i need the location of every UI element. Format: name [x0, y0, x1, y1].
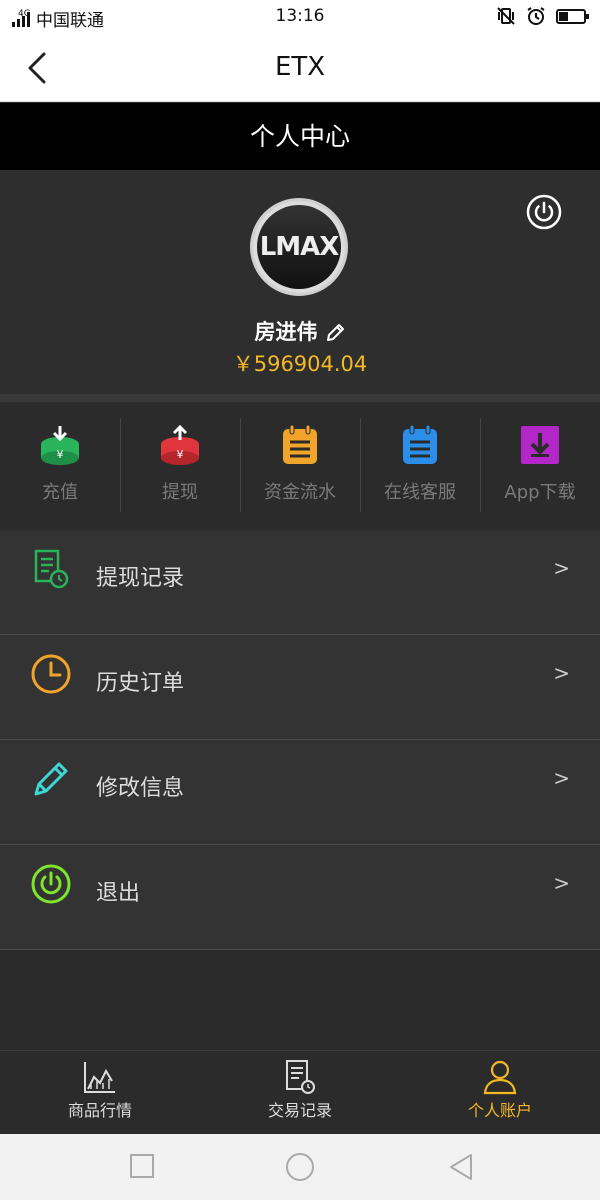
pencil-icon: [34, 762, 68, 796]
tab-personal-account[interactable]: 个人账户: [400, 1051, 600, 1134]
quick-actions: ¥ 充值 ¥ 提现 资金流水 在线客服 App下载: [0, 402, 600, 530]
profile-card: LMAX 房进伟 ￥596904.04: [0, 170, 600, 394]
quick-action-recharge[interactable]: ¥ 充值: [0, 402, 120, 530]
quick-action-label: 提现: [162, 482, 198, 503]
customer-service-icon: [403, 424, 437, 464]
system-navigation-bar: [0, 1134, 600, 1200]
quick-action-label: App下载: [504, 482, 576, 503]
chevron-right-icon: >: [553, 556, 570, 580]
menu-list: 提现记录 > 历史订单 > 修改信息 > 退出 >: [0, 530, 600, 950]
quick-action-label: 充值: [42, 482, 78, 503]
chevron-right-icon: >: [553, 766, 570, 790]
app-header: ETX: [0, 34, 600, 102]
battery-icon: [556, 8, 589, 24]
status-right: [496, 6, 589, 26]
recharge-icon: ¥: [41, 426, 79, 465]
bottom-tab-bar: 商品行情 交易记录 个人账户: [0, 1050, 600, 1134]
quick-action-withdraw[interactable]: ¥ 提现: [120, 402, 240, 530]
divider: [0, 394, 600, 402]
power-icon: [31, 864, 71, 904]
alarm-icon: [527, 7, 545, 25]
download-icon: [521, 426, 559, 464]
menu-item-edit-info[interactable]: 修改信息 >: [0, 740, 600, 845]
logout-power-icon[interactable]: [526, 194, 562, 230]
clock-icon: [31, 654, 71, 694]
withdraw-icon: ¥: [161, 424, 199, 465]
tab-trade-records[interactable]: 交易记录: [200, 1051, 400, 1134]
quick-action-app-download[interactable]: App下载: [480, 402, 600, 530]
app-title: ETX: [274, 52, 326, 82]
status-bar: 4G 中国联通 13:16: [0, 0, 600, 34]
chart-icon: [84, 1062, 115, 1093]
section-title: 个人中心: [0, 103, 600, 170]
avatar-logo: LMAX: [257, 205, 341, 289]
tab-label: 商品行情: [67, 1101, 132, 1120]
menu-item-logout[interactable]: 退出 >: [0, 845, 600, 950]
back-triangle-icon[interactable]: [446, 1152, 476, 1182]
funds-flow-icon: [283, 424, 317, 464]
tab-label: 个人账户: [467, 1101, 532, 1120]
menu-label: 历史订单: [96, 671, 185, 696]
menu-label: 退出: [96, 881, 141, 906]
home-circle-icon[interactable]: [284, 1152, 316, 1184]
vibrate-icon: [497, 7, 515, 25]
avatar[interactable]: LMAX: [250, 198, 348, 296]
menu-item-order-history[interactable]: 历史订单 >: [0, 635, 600, 740]
svg-text:¥: ¥: [177, 448, 184, 461]
quick-action-funds-flow[interactable]: 资金流水: [240, 402, 360, 530]
chevron-right-icon: >: [553, 661, 570, 685]
chevron-right-icon: >: [553, 871, 570, 895]
user-icon: [483, 1060, 517, 1095]
edit-pencil-icon[interactable]: [324, 322, 346, 344]
tab-label: 交易记录: [267, 1101, 332, 1120]
recents-square-icon[interactable]: [128, 1152, 156, 1180]
svg-text:¥: ¥: [57, 448, 64, 461]
withdraw-record-icon: [34, 549, 69, 589]
menu-label: 提现记录: [96, 566, 185, 591]
user-name: 房进伟: [254, 320, 318, 344]
document-icon: [286, 1060, 315, 1094]
menu-item-withdraw-record[interactable]: 提现记录 >: [0, 530, 600, 635]
quick-action-label: 资金流水: [264, 482, 336, 503]
quick-action-label: 在线客服: [384, 482, 456, 503]
quick-action-customer-service[interactable]: 在线客服: [360, 402, 480, 530]
user-name-row: 房进伟: [0, 316, 600, 346]
menu-label: 修改信息: [96, 776, 185, 801]
tab-market[interactable]: 商品行情: [0, 1051, 200, 1134]
account-balance: ￥596904.04: [232, 352, 368, 376]
